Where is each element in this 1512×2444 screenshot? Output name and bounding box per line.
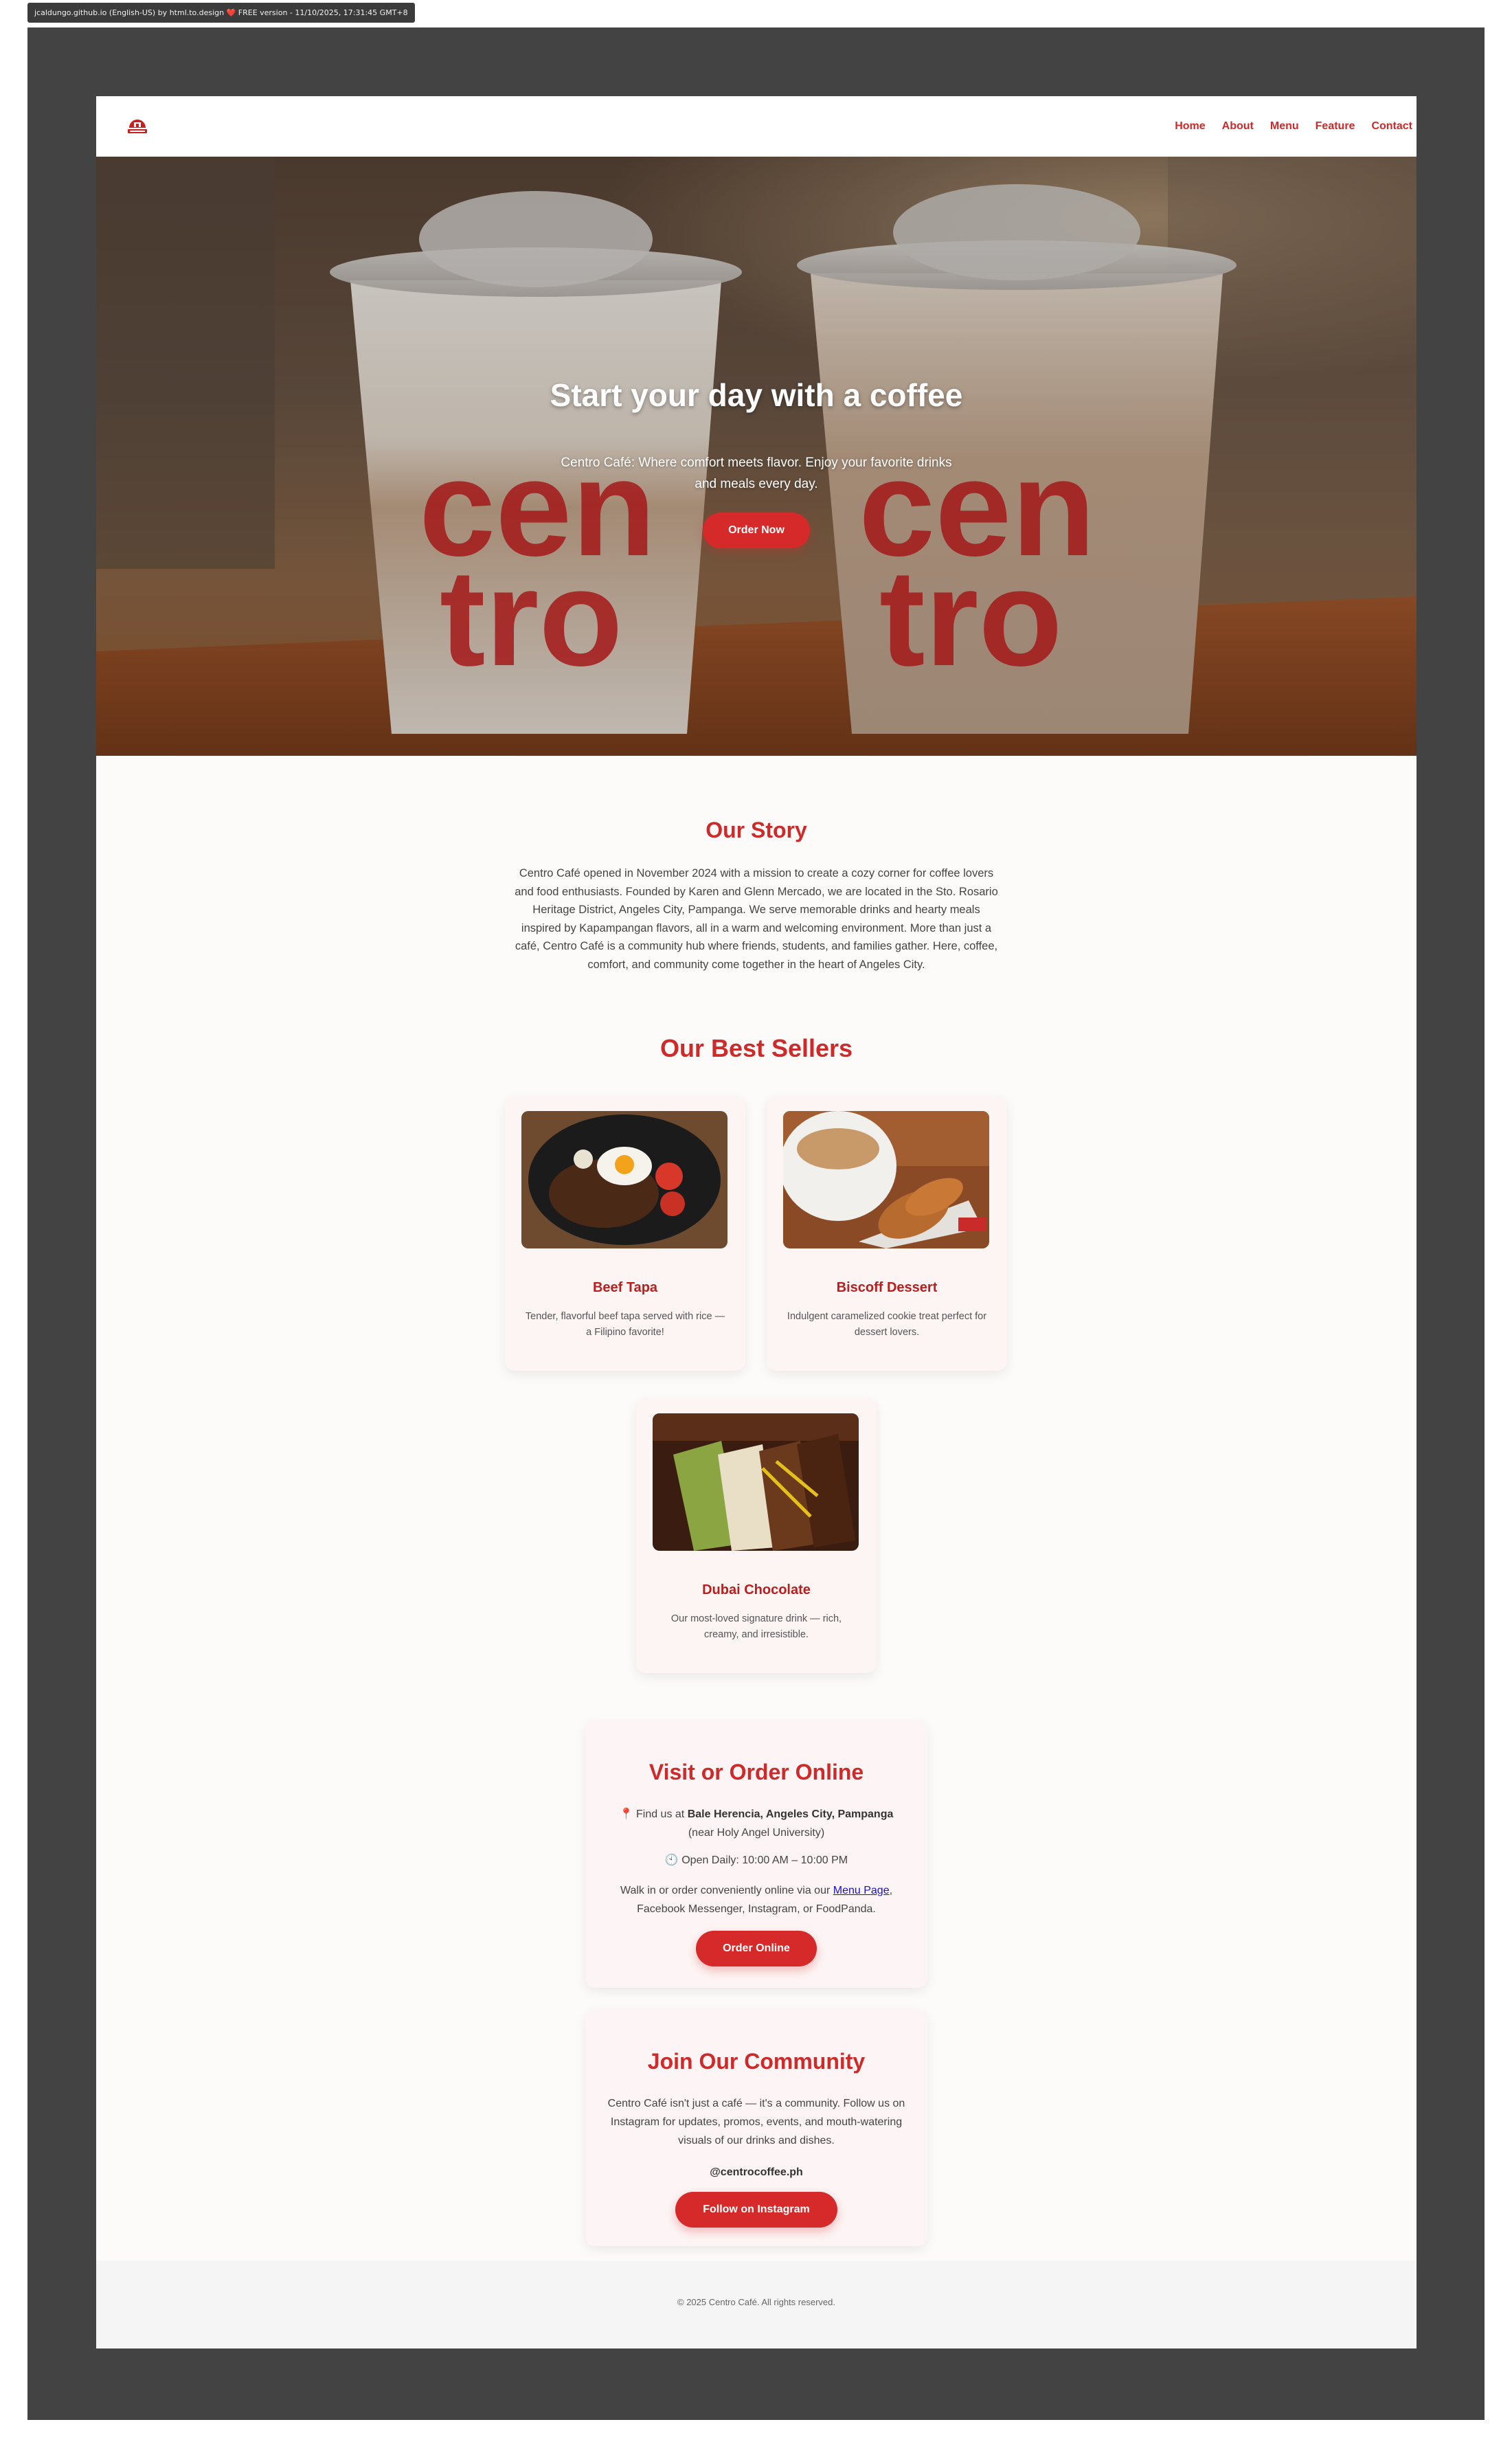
visit-hours: Open Daily: 10:00 AM – 10:00 PM xyxy=(681,1854,848,1866)
community-box: Join Our Community Centro Café isn't jus… xyxy=(585,2009,927,2246)
hero-section: cen tro cen tro Start your day with a co… xyxy=(96,157,1417,756)
nav-menu[interactable]: Menu xyxy=(1270,120,1299,133)
visit-walk-prefix: Walk in or order conveniently online via… xyxy=(620,1885,831,1896)
biscoff-dessert-name: Biscoff Dessert xyxy=(836,1280,938,1295)
nav-contact[interactable]: Contact xyxy=(1371,120,1412,133)
biscoff-dessert-desc: Indulgent caramelized cookie treat perfe… xyxy=(787,1311,987,1338)
nav-feature[interactable]: Feature xyxy=(1316,120,1355,133)
visit-title: Visit or Order Online xyxy=(648,1760,864,1784)
visit-walk-in: Walk in or order conveniently online via… xyxy=(599,1881,914,1918)
hero-title: Start your day with a coffee xyxy=(550,377,963,413)
beef-tapa-desc: Tender, flavorful beef tapa served with … xyxy=(525,1311,725,1338)
dubai-chocolate-image xyxy=(653,1413,859,1551)
visit-hours-line: 🕙 Open Daily: 10:00 AM – 10:00 PM xyxy=(599,1851,914,1870)
visit-near: (near Holy Angel University) xyxy=(688,1827,825,1839)
biscoff-dessert-image xyxy=(783,1111,989,1248)
beef-tapa-image xyxy=(521,1111,727,1248)
visit-box: Visit or Order Online 📍 Find us at Bale … xyxy=(585,1720,927,1988)
story-text: Centro Café opened in November 2024 with… xyxy=(515,867,998,971)
centro-logo-icon[interactable] xyxy=(124,115,151,139)
website: Home About Menu Feature Contact cen tro … xyxy=(96,96,1417,2348)
menu-page-link[interactable]: Menu Page xyxy=(833,1885,890,1896)
visit-location: 📍 Find us at Bale Herencia, Angeles City… xyxy=(599,1805,914,1842)
pin-icon: 📍 xyxy=(619,1808,633,1820)
hero-content: Start your day with a coffee Centro Café… xyxy=(96,157,1417,756)
seller-card-dubai-chocolate: Dubai Chocolate Our most-loved signature… xyxy=(636,1398,877,1673)
seller-card-beef-tapa: Beef Tapa Tender, flavorful beef tapa se… xyxy=(505,1096,745,1371)
visit-find-prefix: Find us at xyxy=(635,1808,685,1820)
instagram-handle: @centrocoffee.ph xyxy=(710,2166,803,2178)
community-text: Centro Café isn't just a café — it's a c… xyxy=(607,2098,905,2146)
footer-copyright: © 2025 Centro Café. All rights reserved. xyxy=(677,2297,835,2307)
visit-place: Bale Herencia, Angeles City, Pampanga xyxy=(687,1808,894,1820)
order-online-button[interactable]: Order Online xyxy=(696,1931,817,1966)
page-frame: Home About Menu Feature Contact cen tro … xyxy=(27,27,1485,2420)
beef-tapa-name: Beef Tapa xyxy=(592,1280,658,1295)
footer: © 2025 Centro Café. All rights reserved. xyxy=(96,2261,1417,2348)
capture-tag: jcaldungo.github.io (English-US) by html… xyxy=(27,3,415,23)
nav-about[interactable]: About xyxy=(1222,120,1254,133)
seller-card-biscoff: Biscoff Dessert Indulgent caramelized co… xyxy=(767,1096,1007,1371)
order-now-button[interactable]: Order Now xyxy=(703,513,810,548)
community-title: Join Our Community xyxy=(647,2049,866,2074)
best-sellers-title: Our Best Sellers xyxy=(659,1034,853,1062)
dubai-chocolate-name: Dubai Chocolate xyxy=(702,1582,811,1597)
top-navbar: Home About Menu Feature Contact xyxy=(96,96,1417,157)
dubai-chocolate-desc: Our most-loved signature drink — rich, c… xyxy=(670,1613,842,1640)
follow-instagram-button[interactable]: Follow on Instagram xyxy=(675,2192,837,2228)
hero-subtitle: Centro Café: Where comfort meets flavor.… xyxy=(561,456,952,491)
nav-links: Home About Menu Feature Contact xyxy=(1175,96,1417,157)
nav-home[interactable]: Home xyxy=(1175,120,1205,133)
clock-icon: 🕙 xyxy=(664,1854,679,1866)
story-title: Our Story xyxy=(706,818,807,842)
